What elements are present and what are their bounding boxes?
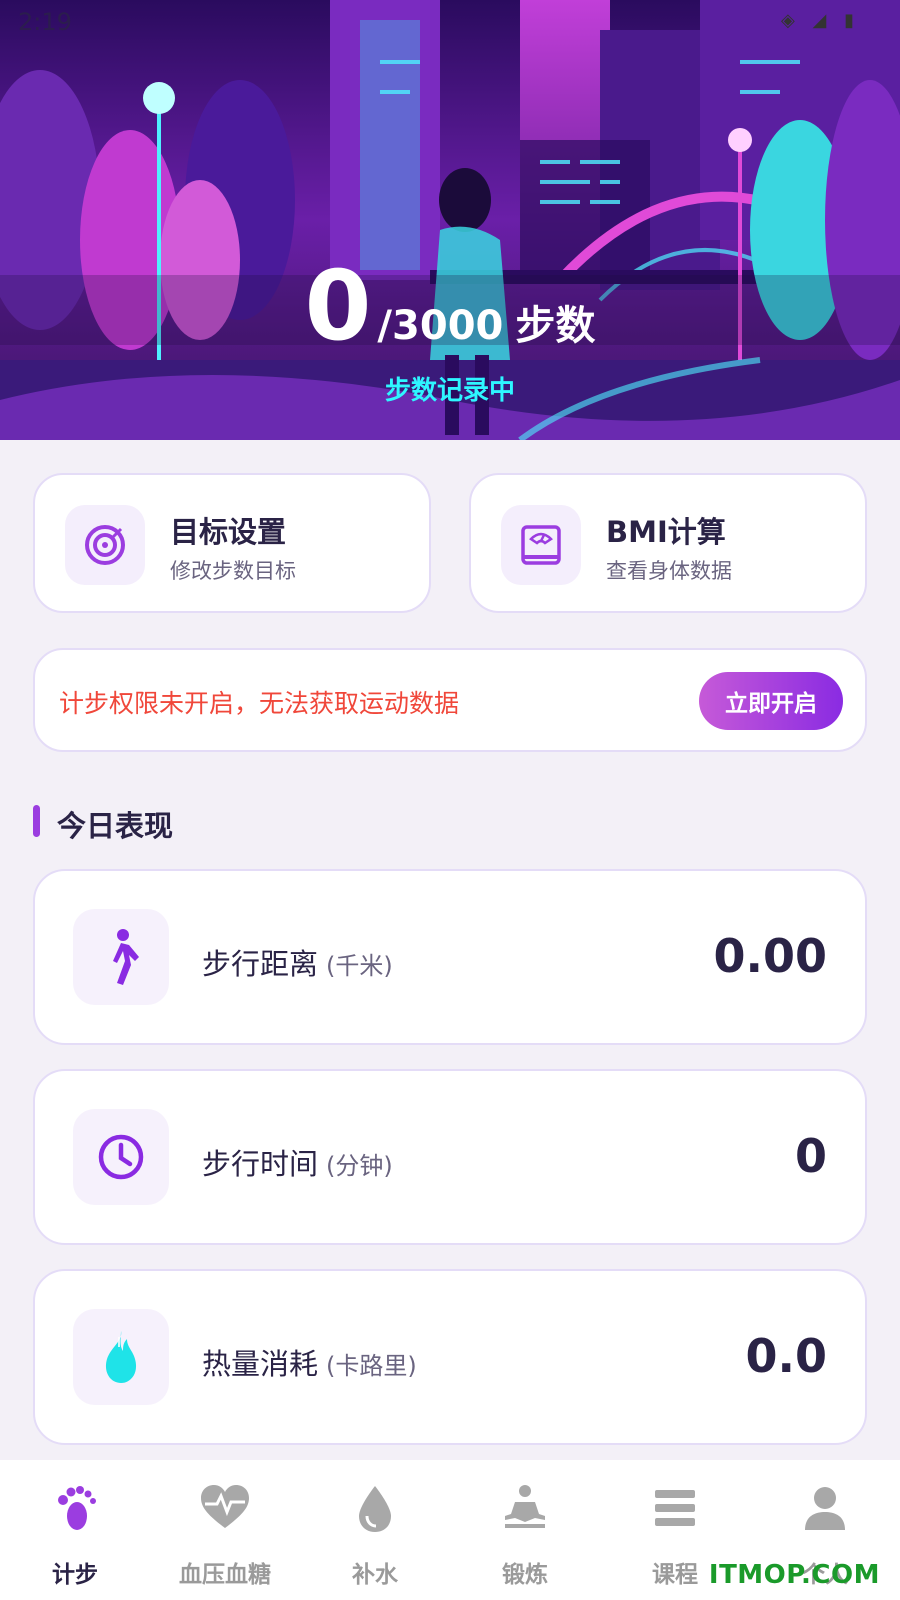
clock-icon: [73, 1109, 169, 1205]
metric-time-name: 步行时间: [202, 1147, 319, 1181]
section-title: 今日表现: [57, 809, 174, 843]
meditation-icon: [505, 1485, 545, 1528]
bmi-title: BMI计算: [606, 515, 726, 549]
section-accent-bar: [33, 805, 40, 837]
metric-distance-unit: (千米): [326, 952, 393, 980]
metric-time-unit: (分钟): [326, 1152, 393, 1180]
metric-time-label: 步行时间 (分钟): [202, 1141, 393, 1183]
status-time: 2:19: [18, 8, 72, 36]
step-counter: 0/3000 步数: [0, 250, 900, 362]
nav-item-steps[interactable]: 计步: [0, 1460, 150, 1600]
metric-time-value: 0: [794, 1129, 827, 1183]
metric-distance-card: 步行距离 (千米) 0.00: [33, 869, 867, 1045]
enable-permission-button[interactable]: 立即开启: [699, 672, 843, 730]
scale-icon: [501, 505, 581, 585]
metric-distance-label: 步行距离 (千米): [202, 941, 393, 983]
metric-calories-value: 0.0: [745, 1329, 828, 1383]
footprint-icon: [58, 1486, 96, 1530]
metric-calories-label: 热量消耗 (卡路里): [202, 1341, 417, 1383]
nav-item-exercise[interactable]: 锻炼: [450, 1460, 600, 1600]
list-icon: [655, 1490, 695, 1526]
walking-icon: [73, 909, 169, 1005]
nav-label-steps: 计步: [52, 1562, 98, 1588]
bmi-subtitle: 查看身体数据: [606, 559, 732, 583]
metric-calories-card: 热量消耗 (卡路里) 0.0: [33, 1269, 867, 1445]
nav-label-blood: 血压血糖: [179, 1562, 271, 1588]
permission-banner: 计步权限未开启，无法获取运动数据 立即开启: [33, 648, 867, 752]
goal-settings-title: 目标设置: [170, 515, 287, 549]
watermark: ITMOP.COM: [708, 1560, 880, 1590]
metric-calories-name: 热量消耗: [202, 1347, 319, 1381]
goal-settings-subtitle: 修改步数目标: [170, 559, 296, 583]
water-drop-icon: [359, 1486, 391, 1532]
nav-item-water[interactable]: 补水: [300, 1460, 450, 1600]
nav-label-water: 补水: [352, 1562, 398, 1588]
user-icon: [805, 1487, 845, 1530]
hero-banner: 2:19 ◈ ◢ ▮ 0/3000 步数 步数记录中: [0, 0, 900, 440]
metric-distance-name: 步行距离: [202, 947, 319, 981]
metric-calories-unit: (卡路里): [326, 1352, 417, 1380]
step-goal: /3000: [377, 303, 504, 349]
goal-settings-card[interactable]: 目标设置 修改步数目标: [33, 473, 431, 613]
permission-message: 计步权限未开启，无法获取运动数据: [59, 689, 460, 718]
metric-distance-value: 0.00: [713, 929, 828, 983]
heart-pulse-icon: [201, 1485, 249, 1528]
current-steps: 0: [304, 250, 372, 362]
step-unit: 步数: [515, 303, 596, 349]
status-bar: 2:19 ◈ ◢ ▮: [0, 0, 900, 44]
bmi-card[interactable]: BMI计算 查看身体数据: [469, 473, 867, 613]
flame-icon: [73, 1309, 169, 1405]
nav-label-exercise: 锻炼: [502, 1562, 548, 1588]
nav-item-blood[interactable]: 血压血糖: [150, 1460, 300, 1600]
step-recording-status: 步数记录中: [384, 376, 515, 406]
target-icon: [65, 505, 145, 585]
metric-time-card: 步行时间 (分钟) 0: [33, 1069, 867, 1245]
status-icons: ◈ ◢ ▮: [780, 10, 860, 31]
